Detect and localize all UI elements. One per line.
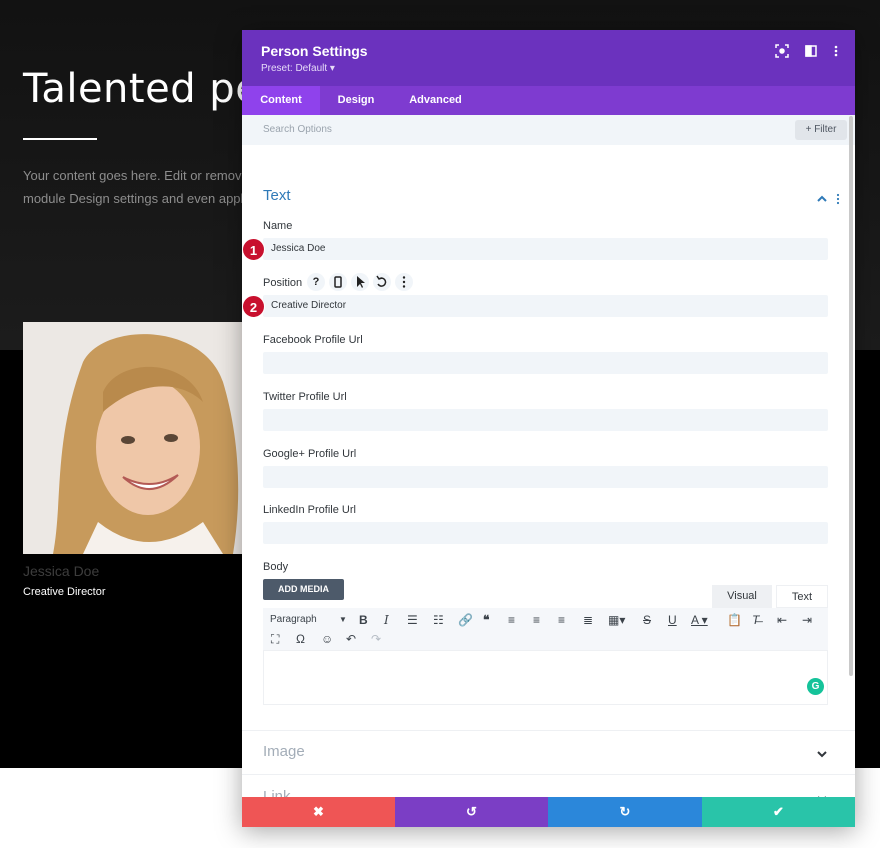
undo-icon[interactable]	[373, 273, 391, 291]
section-divider	[242, 774, 855, 775]
dropdown-arrow-icon[interactable]: ▼	[339, 612, 347, 628]
focus-icon[interactable]	[775, 44, 789, 58]
facebook-label: Facebook Profile Url	[263, 334, 363, 346]
clear-format-icon[interactable]: T̶	[752, 612, 759, 628]
person-position: Creative Director	[23, 586, 106, 598]
chevron-down-icon[interactable]	[816, 747, 828, 759]
name-input[interactable]: Jessica Doe	[263, 238, 828, 260]
more-vertical-icon[interactable]	[829, 44, 843, 58]
grammarly-icon[interactable]: G	[807, 678, 824, 695]
position-input[interactable]: Creative Director	[263, 295, 828, 317]
cancel-button[interactable]: ✖	[242, 797, 395, 827]
numbered-list-icon[interactable]: ☷	[433, 612, 444, 628]
modal-title: Person Settings	[261, 43, 368, 59]
redo-button[interactable]: ↻	[548, 797, 702, 827]
indent-icon[interactable]: ⇥	[802, 612, 812, 628]
scrollbar[interactable]	[849, 116, 853, 676]
tab-advanced[interactable]: Advanced	[392, 86, 479, 115]
link-icon[interactable]: 🔗	[458, 612, 473, 628]
help-icon[interactable]: ?	[307, 273, 325, 291]
google-input[interactable]	[263, 466, 828, 488]
facebook-input[interactable]	[263, 352, 828, 374]
bold-icon[interactable]: B	[359, 612, 368, 628]
twitter-label: Twitter Profile Url	[263, 391, 347, 403]
link-section-title[interactable]: Link	[263, 788, 291, 797]
linkedin-label: LinkedIn Profile Url	[263, 504, 356, 516]
format-select[interactable]: Paragraph	[270, 612, 317, 628]
editor-toolbar: Paragraph ▼ B I ☰ ☷ 🔗 ❝ ≡ ≡ ≡ ≣ ▦▾ S U A…	[263, 608, 828, 650]
cursor-icon[interactable]	[351, 273, 369, 291]
align-justify-icon[interactable]: ≣	[583, 612, 593, 628]
body-editor[interactable]: G	[263, 650, 828, 705]
section-more-icon[interactable]	[834, 192, 842, 205]
hero-divider	[23, 138, 97, 140]
bullet-list-icon[interactable]: ☰	[407, 612, 418, 628]
mobile-icon[interactable]	[329, 273, 347, 291]
blockquote-icon[interactable]: ❝	[483, 612, 489, 628]
more-icon[interactable]	[395, 273, 413, 291]
save-button[interactable]: ✔	[702, 797, 855, 827]
modal-header: Person Settings Preset: Default ▾	[242, 30, 855, 86]
modal-footer: ✖ ↺ ↻ ✔	[242, 797, 855, 827]
undo-button[interactable]: ↺	[395, 797, 548, 827]
tab-design[interactable]: Design	[320, 86, 392, 115]
paste-icon[interactable]: 📋	[727, 612, 742, 628]
name-label: Name	[263, 220, 293, 232]
text-color-icon[interactable]: A ▾	[691, 612, 708, 628]
filter-button[interactable]: + Filter	[795, 120, 847, 140]
step-badge-1: 1	[242, 238, 265, 261]
search-options-bar: Search Options + Filter	[242, 115, 855, 145]
emoji-icon[interactable]: ☺	[321, 631, 333, 647]
strikethrough-icon[interactable]: S	[643, 612, 651, 628]
editor-tab-text[interactable]: Text	[776, 585, 828, 608]
position-label: Position	[263, 277, 303, 289]
modal-tabs: Content Design Advanced	[242, 86, 855, 115]
underline-icon[interactable]: U	[668, 612, 677, 628]
italic-icon[interactable]: I	[384, 612, 389, 628]
outdent-icon[interactable]: ⇤	[777, 612, 787, 628]
settings-scroll-area: Text Name Jessica Doe 1 Position ? Creat…	[242, 145, 855, 797]
align-left-icon[interactable]: ≡	[508, 612, 515, 628]
align-center-icon[interactable]: ≡	[533, 612, 540, 628]
add-media-button[interactable]: ADD MEDIA	[263, 579, 344, 600]
linkedin-input[interactable]	[263, 522, 828, 544]
fullscreen-icon[interactable]: ⛶	[271, 631, 279, 647]
step-badge-2: 2	[242, 295, 265, 318]
person-photo	[23, 322, 243, 554]
chevron-up-icon[interactable]	[816, 192, 828, 204]
editor-tab-visual[interactable]: Visual	[712, 585, 772, 608]
person-name: Jessica Doe	[23, 563, 100, 579]
editor-redo-icon[interactable]: ↷	[371, 631, 381, 647]
preset-dropdown[interactable]: Preset: Default ▾	[261, 63, 335, 74]
search-input[interactable]: Search Options	[263, 124, 332, 135]
section-divider	[242, 730, 855, 731]
tab-content[interactable]: Content	[242, 86, 320, 115]
text-section-title[interactable]: Text	[263, 187, 291, 204]
table-icon[interactable]: ▦▾	[608, 612, 625, 628]
editor-undo-icon[interactable]: ↶	[346, 631, 356, 647]
body-label: Body	[263, 561, 289, 573]
google-label: Google+ Profile Url	[263, 448, 357, 460]
omega-icon[interactable]: Ω	[296, 631, 305, 647]
image-section-title[interactable]: Image	[263, 743, 305, 760]
person-settings-modal: Person Settings Preset: Default ▾ Conten…	[242, 30, 855, 827]
align-right-icon[interactable]: ≡	[558, 612, 565, 628]
split-view-icon[interactable]	[804, 44, 818, 58]
twitter-input[interactable]	[263, 409, 828, 431]
hero-text: Your content goes here. Edit or remove m…	[23, 168, 249, 206]
